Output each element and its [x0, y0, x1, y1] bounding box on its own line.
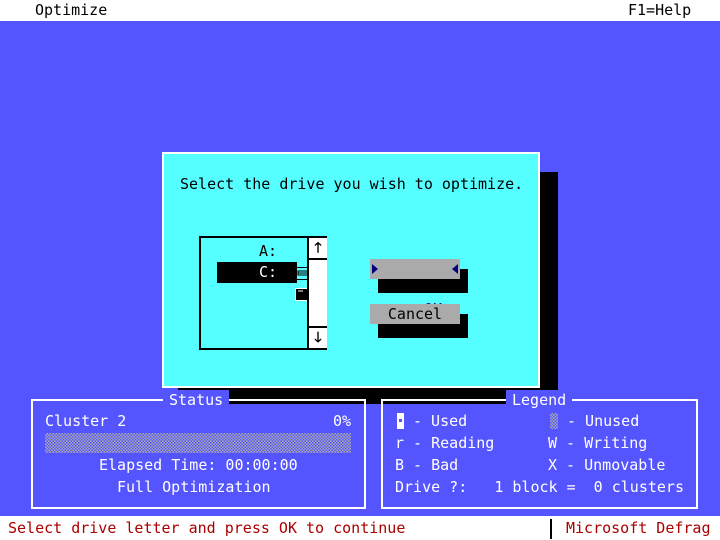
legend-title: Legend — [506, 390, 573, 410]
drive-list[interactable]: A: C: 🡑 🡓 — [199, 236, 327, 350]
dialog-prompt: Select the drive you wish to optimize. — [180, 175, 524, 193]
focus-right-triangle-icon — [452, 264, 458, 274]
drive-label: A: — [259, 242, 278, 260]
focus-left-triangle-icon — [372, 264, 378, 274]
cluster-text: Cluster 2 — [45, 412, 127, 430]
drive-item-a[interactable]: A: — [217, 241, 313, 280]
elapsed-time: Elapsed Time: 00:00:00 — [99, 456, 298, 474]
optimization-mode: Full Optimization — [117, 478, 271, 496]
help-hint[interactable]: F1=Help — [628, 1, 691, 20]
status-panel: Status Cluster 2 0% Elapsed Time: 00:00:… — [31, 390, 366, 509]
drive-list-scrollbar[interactable]: 🡑 🡓 — [307, 238, 327, 348]
scroll-down-arrow-icon[interactable]: 🡓 — [309, 326, 327, 348]
legend-unused: - Unused — [567, 412, 640, 430]
legend-drive-info: Drive ?: 1 block = 0 clusters — [395, 478, 684, 496]
floppy-drive-icon — [223, 244, 313, 280]
menu-optimize[interactable]: Optimize — [35, 1, 107, 20]
menu-bar: Optimize F1=Help — [0, 0, 720, 21]
status-message: Select drive letter and press OK to cont… — [8, 519, 406, 537]
scroll-up-arrow-icon[interactable]: 🡑 — [309, 238, 327, 260]
legend-writing: W - Writing — [548, 434, 648, 452]
status-bar: Select drive letter and press OK to cont… — [0, 516, 720, 540]
used-block-icon — [397, 413, 404, 429]
hard-drive-icon — [223, 265, 313, 301]
drive-item-c[interactable]: C: — [217, 262, 313, 301]
legend-unmovable: X - Unmovable — [548, 456, 666, 474]
legend-panel: Legend - Used - Unused r - Reading W - W… — [381, 390, 698, 509]
cancel-button[interactable]: Cancel — [370, 304, 460, 324]
percent-text: 0% — [333, 412, 352, 430]
status-divider — [550, 519, 552, 539]
unused-block-icon — [550, 413, 558, 429]
legend-used: - Used — [413, 412, 468, 430]
legend-bad: B - Bad — [395, 456, 459, 474]
progress-bar — [45, 433, 351, 453]
select-drive-dialog: Select the drive you wish to optimize. A… — [162, 152, 540, 388]
drive-label: C: — [259, 263, 278, 281]
status-title: Status — [163, 390, 230, 410]
app-name: Microsoft Defrag — [566, 519, 711, 537]
legend-reading: r - Reading — [395, 434, 495, 452]
ok-button[interactable]: OK — [370, 259, 460, 318]
